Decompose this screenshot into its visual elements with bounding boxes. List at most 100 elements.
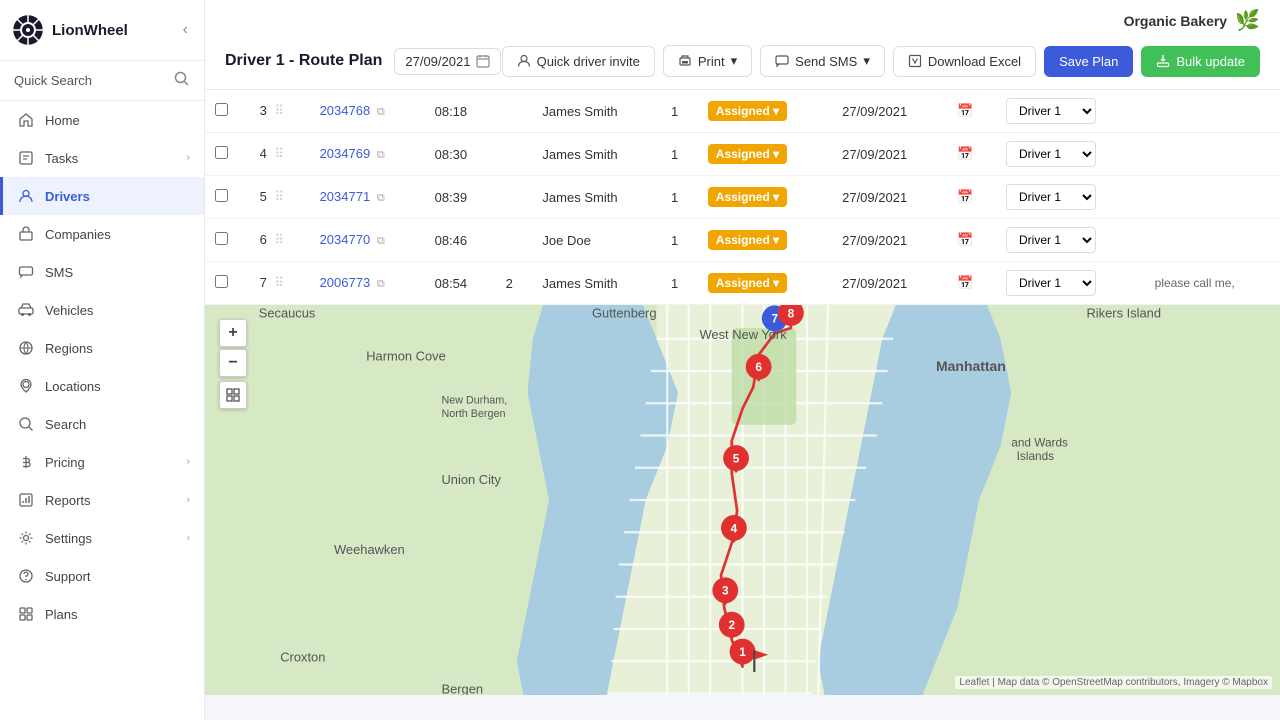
main-content: Organic Bakery 🌿 Driver 1 - Route Plan 2… <box>205 0 1280 720</box>
sidebar-item-vehicles[interactable]: Vehicles <box>0 291 204 329</box>
driver-select[interactable]: Driver 1 <box>1006 141 1096 167</box>
svg-text:New Durham,: New Durham, <box>442 394 508 406</box>
sidebar-item-regions[interactable]: Regions <box>0 329 204 367</box>
driver-select[interactable]: Driver 1 <box>1006 227 1096 253</box>
sidebar-item-sms[interactable]: SMS <box>0 253 204 291</box>
row-status-badge[interactable]: Assigned ▾ <box>708 187 787 207</box>
home-icon <box>17 111 35 129</box>
row-checkbox[interactable] <box>215 232 228 245</box>
map-container[interactable]: 1 2 3 <box>205 305 1280 695</box>
svg-text:Weehawken: Weehawken <box>334 542 405 557</box>
sidebar-item-search[interactable]: Search <box>0 405 204 443</box>
row-status-badge[interactable]: Assigned ▾ <box>708 144 787 164</box>
row-customer-name: James Smith <box>542 147 617 162</box>
cal-icon[interactable]: 📅 <box>957 103 973 118</box>
content-area: 3 ⠿ 2034768 ⧉ 08:18 James Smith 1 Assign… <box>205 90 1280 720</box>
svg-text:Rikers Island: Rikers Island <box>1087 305 1162 320</box>
row-checkbox[interactable] <box>215 146 228 159</box>
topbar: Driver 1 - Route Plan 27/09/2021 Quick d… <box>205 33 1280 90</box>
drag-handle-icon: ⠿ <box>274 275 284 290</box>
zoom-out-button[interactable]: − <box>219 349 247 377</box>
row-status-badge[interactable]: Assigned ▾ <box>708 101 787 121</box>
sidebar-nav: HomeTasks› Drivers Companies SMSVehiclesReg… <box>0 101 204 633</box>
print-button[interactable]: Print ▾ <box>663 45 752 77</box>
driver-select[interactable]: Driver 1 <box>1006 270 1096 296</box>
send-sms-button[interactable]: Send SMS ▾ <box>760 45 885 77</box>
reports-icon <box>17 491 35 509</box>
row-checkbox[interactable] <box>215 189 228 202</box>
row-checkbox[interactable] <box>215 275 228 288</box>
sidebar-item-support[interactable]: Support <box>0 557 204 595</box>
sidebar-item-reports[interactable]: Reports› <box>0 481 204 519</box>
svg-text:2: 2 <box>728 618 735 632</box>
order-link[interactable]: 2034771 <box>320 189 371 204</box>
quick-search-icon[interactable] <box>174 71 190 90</box>
row-customer-name: Joe Doe <box>542 233 590 248</box>
driver-select[interactable]: Driver 1 <box>1006 98 1096 124</box>
row-customer-name: James Smith <box>542 104 617 119</box>
sidebar-item-label: Companies <box>45 227 111 242</box>
row-time: 08:18 <box>435 104 468 119</box>
copy-icon[interactable]: ⧉ <box>377 149 385 161</box>
order-link[interactable]: 2034770 <box>320 232 371 247</box>
svg-text:3: 3 <box>722 584 729 598</box>
zoom-in-button[interactable]: + <box>219 319 247 347</box>
sidebar-item-plans[interactable]: Plans <box>0 595 204 633</box>
copy-icon[interactable]: ⧉ <box>377 278 385 290</box>
map-expand-button[interactable] <box>219 381 247 409</box>
row-customer-name: James Smith <box>542 276 617 291</box>
bulk-update-button[interactable]: Bulk update <box>1141 46 1260 77</box>
order-link[interactable]: 2034769 <box>320 146 371 161</box>
quick-driver-invite-button[interactable]: Quick driver invite <box>502 46 655 77</box>
row-packages: 2 <box>506 276 513 291</box>
sms-icon <box>775 54 789 68</box>
sms-chevron-icon: ▾ <box>863 53 870 69</box>
sidebar-item-label: Drivers <box>45 189 90 204</box>
svg-text:Bergen: Bergen <box>442 682 484 696</box>
table-row: 4 ⠿ 2034769 ⧉ 08:30 James Smith 1 Assign… <box>205 133 1280 176</box>
table-row: 5 ⠿ 2034771 ⧉ 08:39 James Smith 1 Assign… <box>205 176 1280 219</box>
row-status-badge[interactable]: Assigned ▾ <box>708 273 787 293</box>
svg-text:Islands: Islands <box>1017 449 1055 463</box>
copy-icon[interactable]: ⧉ <box>377 106 385 118</box>
svg-text:Croxton: Croxton <box>280 649 325 664</box>
row-qty: 1 <box>671 233 678 248</box>
vehicles-icon <box>17 301 35 319</box>
row-date: 27/09/2021 <box>842 190 907 205</box>
row-date: 27/09/2021 <box>842 276 907 291</box>
copy-icon[interactable]: ⧉ <box>377 192 385 204</box>
order-link[interactable]: 2006773 <box>320 275 371 290</box>
driver-select[interactable]: Driver 1 <box>1006 184 1096 210</box>
print-chevron-icon: ▾ <box>731 53 738 69</box>
cal-icon[interactable]: 📅 <box>957 146 973 161</box>
sidebar-item-tasks[interactable]: Tasks› <box>0 139 204 177</box>
cal-icon[interactable]: 📅 <box>957 232 973 247</box>
quick-search-label: Quick Search <box>14 73 92 88</box>
row-status-badge[interactable]: Assigned ▾ <box>708 230 787 250</box>
copy-icon[interactable]: ⧉ <box>377 235 385 247</box>
support-icon <box>17 567 35 585</box>
sidebar-item-locations[interactable]: Locations <box>0 367 204 405</box>
sidebar-item-pricing[interactable]: Pricing› <box>0 443 204 481</box>
save-plan-button[interactable]: Save Plan <box>1044 46 1133 77</box>
date-badge[interactable]: 27/09/2021 <box>394 48 501 75</box>
chevron-right-icon: › <box>186 456 190 468</box>
collapse-sidebar-button[interactable]: ‹ <box>179 19 192 41</box>
excel-icon <box>908 54 922 68</box>
sidebar-item-settings[interactable]: Settings› <box>0 519 204 557</box>
map-credit: Leaflet | Map data © OpenStreetMap contr… <box>955 676 1272 689</box>
cal-icon[interactable]: 📅 <box>957 275 973 290</box>
sidebar-item-home[interactable]: Home <box>0 101 204 139</box>
cal-icon[interactable]: 📅 <box>957 189 973 204</box>
sms-icon <box>17 263 35 281</box>
sidebar-item-drivers[interactable]: Drivers <box>0 177 204 215</box>
row-number: 3 <box>260 103 267 118</box>
quick-search-row: Quick Search <box>0 61 204 101</box>
row-date: 27/09/2021 <box>842 104 907 119</box>
drag-handle-icon: ⠿ <box>274 146 284 161</box>
row-checkbox[interactable] <box>215 103 228 116</box>
sidebar: LionWheel ‹ Quick Search HomeTasks›Drive… <box>0 0 205 720</box>
order-link[interactable]: 2034768 <box>320 103 371 118</box>
download-excel-button[interactable]: Download Excel <box>893 46 1036 77</box>
sidebar-item-companies[interactable]: Companies <box>0 215 204 253</box>
